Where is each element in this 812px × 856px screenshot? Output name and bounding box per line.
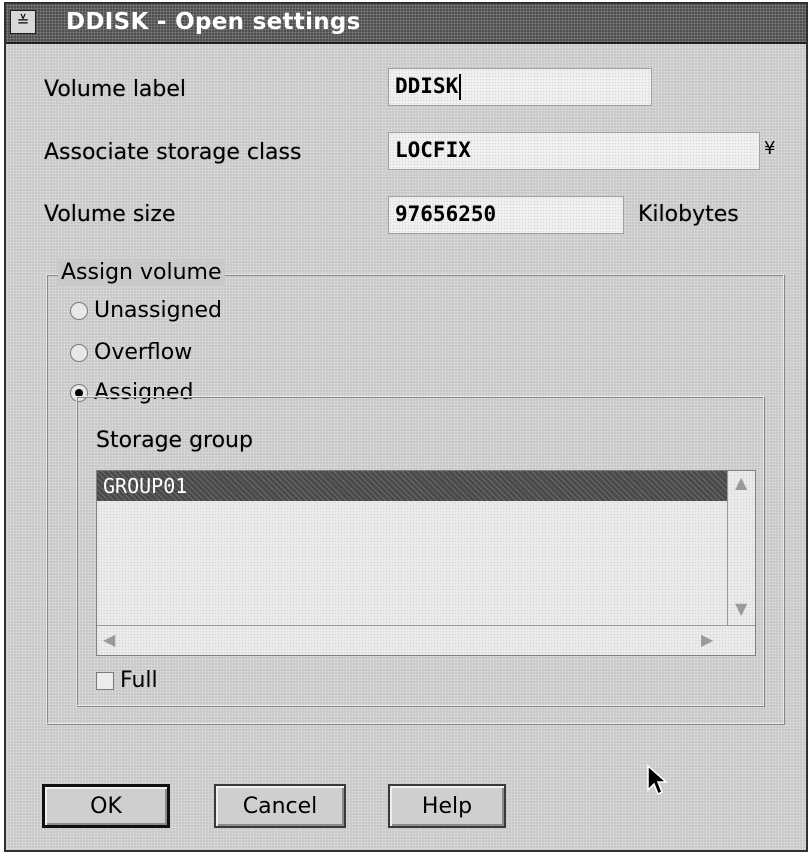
volume-size-input[interactable]: 97656250 [388, 196, 624, 234]
title-bar[interactable]: ≚ DDISK - Open settings [6, 4, 806, 44]
up-arrow-icon[interactable]: ▲ [735, 473, 747, 492]
vertical-scrollbar[interactable]: ▲ ▼ [727, 471, 755, 625]
checkbox-icon [96, 671, 114, 690]
mouse-pointer-icon [647, 764, 668, 796]
radio-overflow-label: Overflow [94, 340, 193, 365]
volume-size-caption: Volume size [44, 202, 176, 227]
chevron-down-icon[interactable]: ¥ [764, 132, 775, 166]
volume-label-input[interactable]: DDISK [388, 68, 652, 106]
help-button[interactable]: Help [388, 784, 506, 828]
volume-label-caption: Volume label [44, 77, 187, 102]
volume-size-unit: Kilobytes [638, 202, 739, 227]
radio-unassigned-label: Unassigned [94, 298, 222, 323]
window-title: DDISK - Open settings [66, 9, 361, 35]
full-checkbox-label: Full [120, 668, 158, 693]
storage-group-list[interactable]: GROUP01 ▲ ▼ ◀ ▶ [96, 470, 756, 656]
radio-button-icon [70, 301, 88, 320]
list-item[interactable]: GROUP01 [97, 471, 727, 501]
radio-overflow[interactable]: Overflow [70, 340, 192, 365]
full-checkbox[interactable]: Full [96, 668, 158, 693]
volume-label-value: DDISK [395, 74, 459, 98]
assign-volume-legend: Assign volume [58, 260, 225, 285]
text-caret [459, 74, 462, 100]
volume-size-value: 97656250 [395, 202, 497, 226]
cancel-button[interactable]: Cancel [214, 784, 346, 828]
horizontal-scrollbar[interactable]: ◀ ▶ [97, 625, 755, 655]
storage-class-select[interactable]: LOCFIX [388, 132, 760, 170]
storage-class-caption: Associate storage class [44, 140, 302, 165]
ok-button[interactable]: OK [42, 784, 170, 828]
list-item-label: GROUP01 [103, 474, 188, 498]
right-arrow-icon[interactable]: ▶ [701, 630, 713, 649]
storage-group-caption: Storage group [96, 428, 253, 453]
radio-unassigned[interactable]: Unassigned [70, 298, 222, 323]
storage-class-value: LOCFIX [395, 138, 471, 162]
settings-window: ≚ DDISK - Open settings Volume label DDI… [4, 2, 808, 852]
system-menu-icon[interactable]: ≚ [10, 10, 36, 34]
radio-button-icon [70, 343, 88, 362]
down-arrow-icon[interactable]: ▼ [735, 599, 747, 618]
left-arrow-icon[interactable]: ◀ [103, 630, 115, 649]
